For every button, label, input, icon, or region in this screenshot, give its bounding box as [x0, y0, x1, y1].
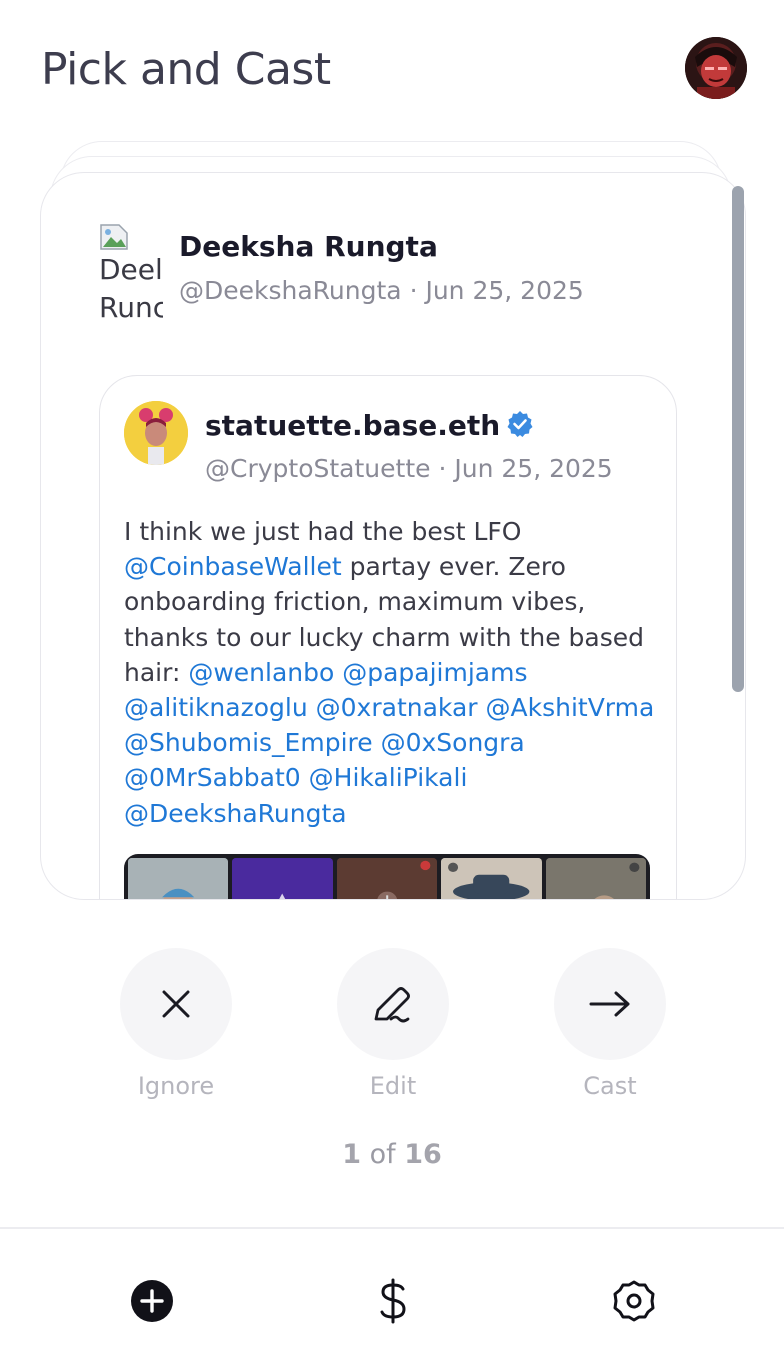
quote-author-line: statuette.base.eth: [205, 409, 534, 442]
gear-icon: [613, 1280, 655, 1322]
pager-current: 1: [342, 1139, 361, 1170]
mention-link[interactable]: @0xSongra: [381, 728, 525, 757]
ignore-label: Ignore: [137, 1072, 215, 1100]
cast-card[interactable]: Deel Runc Deeksha Rungta @DeekshaRungta …: [40, 172, 746, 900]
pager-separator: of: [369, 1139, 396, 1170]
quote-meta: @CryptoStatuette · Jun 25, 2025: [205, 454, 613, 483]
pagination-indicator: 1 of 16: [0, 1139, 784, 1170]
ignore-button[interactable]: [120, 948, 232, 1060]
dollar-icon: [380, 1278, 406, 1324]
card-scrollbar[interactable]: [732, 186, 744, 692]
quote-text-segment: I think we just had the best LFO: [124, 517, 522, 546]
bottom-nav-divider: [0, 1227, 784, 1229]
quoted-post[interactable]: statuette.base.eth @CryptoStatuette · Ju…: [99, 375, 677, 899]
mention-link[interactable]: @HikaliPikali: [309, 763, 468, 792]
author-avatar-alt-text: Runc: [99, 291, 163, 324]
edit-button[interactable]: [337, 948, 449, 1060]
mention-link[interactable]: @papajimjams: [342, 658, 527, 687]
author-meta: @DeekshaRungta · Jun 25, 2025: [179, 276, 584, 305]
author-name: Deeksha Rungta: [179, 230, 438, 263]
plus-circle-icon: [131, 1280, 173, 1322]
edit-label: Edit: [369, 1072, 417, 1100]
author-avatar-alt-text: Deel: [99, 253, 163, 286]
video-tile: [545, 858, 647, 899]
mention-link[interactable]: @0MrSabbat0: [124, 763, 301, 792]
mention-link[interactable]: @0xratnakar: [316, 693, 478, 722]
quote-text-segment: [308, 693, 316, 722]
quote-text-segment: [373, 728, 381, 757]
cast-button[interactable]: [554, 948, 666, 1060]
mention-link[interactable]: @wenlanbo: [188, 658, 334, 687]
mention-link[interactable]: @Shubomis_Empire: [124, 728, 373, 757]
nav-add-button[interactable]: [128, 1277, 176, 1325]
nav-settings-button[interactable]: [610, 1277, 658, 1325]
arrow-right-icon: [589, 991, 630, 1017]
close-icon: [162, 990, 190, 1018]
mention-link[interactable]: @alitiknazoglu: [124, 693, 308, 722]
page-title: Pick and Cast: [41, 44, 331, 95]
broken-image-icon: [100, 224, 128, 250]
video-tile: [232, 858, 333, 899]
quote-body: I think we just had the best LFO @Coinba…: [124, 514, 664, 831]
verified-badge-icon: [507, 411, 533, 437]
mention-link[interactable]: @CoinbaseWallet: [124, 552, 342, 581]
video-tile: [336, 858, 438, 899]
pen-icon: [374, 987, 410, 1023]
pager-total: 16: [404, 1139, 442, 1170]
mention-link[interactable]: @DeekshaRungta: [124, 799, 347, 828]
video-tile: [441, 858, 542, 899]
quote-author-avatar: [124, 401, 188, 465]
author-handle: @DeekshaRungta: [179, 276, 402, 305]
nav-money-button[interactable]: [369, 1277, 417, 1325]
video-tile: [128, 858, 229, 899]
meta-separator: ·: [409, 276, 426, 305]
mention-link[interactable]: @AkshitVrma: [486, 693, 655, 722]
video-call-image[interactable]: [124, 854, 650, 899]
profile-avatar[interactable]: [685, 37, 747, 99]
quote-text-segment: [301, 763, 309, 792]
quote-author-name: statuette.base.eth: [205, 409, 501, 442]
cast-label: Cast: [583, 1072, 637, 1100]
quote-date: Jun 25, 2025: [454, 454, 613, 483]
author-date: Jun 25, 2025: [425, 276, 584, 305]
meta-separator: ·: [438, 454, 455, 483]
author-avatar-broken-image: Deel Runc: [99, 223, 163, 343]
quote-text-segment: [478, 693, 486, 722]
quote-author-handle: @CryptoStatuette: [205, 454, 431, 483]
